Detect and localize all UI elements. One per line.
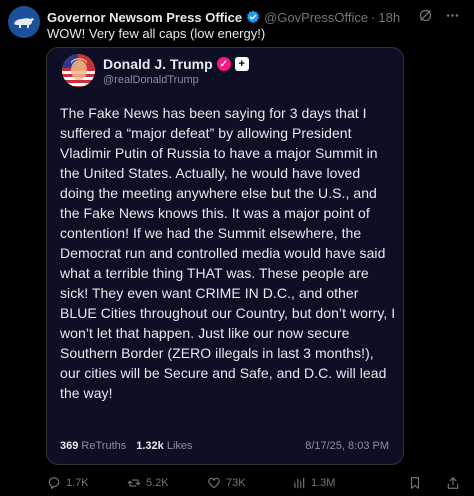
portrait-avatar-icon — [62, 54, 95, 87]
post-header: Governor Newsom Press Office @GovPressOf… — [47, 8, 464, 26]
like-button[interactable]: 73K — [207, 476, 292, 490]
heart-icon — [208, 477, 220, 489]
repost-button[interactable]: 5.2K — [127, 476, 207, 490]
bookmark-button[interactable] — [370, 476, 422, 490]
retruths-stat[interactable]: 369 ReTruths — [60, 440, 126, 452]
views-button[interactable]: 1.3M — [292, 476, 370, 490]
reply-count: 1.7K — [66, 477, 89, 489]
views-chart-icon — [294, 477, 305, 489]
post-time[interactable]: 18h — [378, 10, 400, 25]
quoted-post-stats: 369 ReTruths 1.32k Likes — [60, 440, 193, 452]
reply-button[interactable]: 1.7K — [47, 476, 127, 490]
share-icon — [447, 477, 459, 489]
post-text: WOW! Very few all caps (low energy!) — [47, 26, 266, 41]
likes-stat[interactable]: 1.32k Likes — [136, 440, 192, 452]
action-bar: 1.7K 5.2K 73K 1.3M — [47, 476, 462, 490]
views-count: 1.3M — [311, 477, 336, 489]
like-count: 73K — [226, 477, 246, 489]
separator-dot: · — [371, 9, 376, 25]
quoted-author-avatar[interactable] — [62, 54, 95, 87]
grok-icon[interactable] — [418, 8, 433, 23]
quoted-author-name[interactable]: Donald J. Trump — [103, 56, 213, 72]
repost-icon — [127, 479, 141, 487]
repost-count: 5.2K — [146, 477, 169, 489]
more-options-icon[interactable] — [445, 8, 460, 23]
author-name[interactable]: Governor Newsom Press Office — [47, 10, 242, 25]
reply-icon — [48, 477, 60, 490]
verified-icon — [246, 10, 260, 24]
share-button[interactable] — [422, 476, 460, 490]
verified-badge-icon: ✓ — [216, 57, 231, 71]
author-avatar[interactable] — [8, 6, 40, 38]
quoted-post-body: The Fake News has been saying for 3 days… — [60, 105, 396, 401]
quoted-post-card[interactable]: Donald J. Trump ✓ + @realDonaldTrump The… — [46, 47, 404, 465]
quoted-author-handle[interactable]: @realDonaldTrump — [103, 74, 199, 86]
plus-badge-icon: + — [234, 57, 249, 71]
quoted-post-date: 8/17/25, 8:03 PM — [305, 440, 389, 452]
quoted-author-name-row: Donald J. Trump ✓ + — [103, 56, 249, 72]
bear-flag-icon — [14, 18, 34, 28]
bookmark-icon — [410, 477, 420, 489]
author-handle[interactable]: @GovPressOffice — [264, 10, 368, 25]
